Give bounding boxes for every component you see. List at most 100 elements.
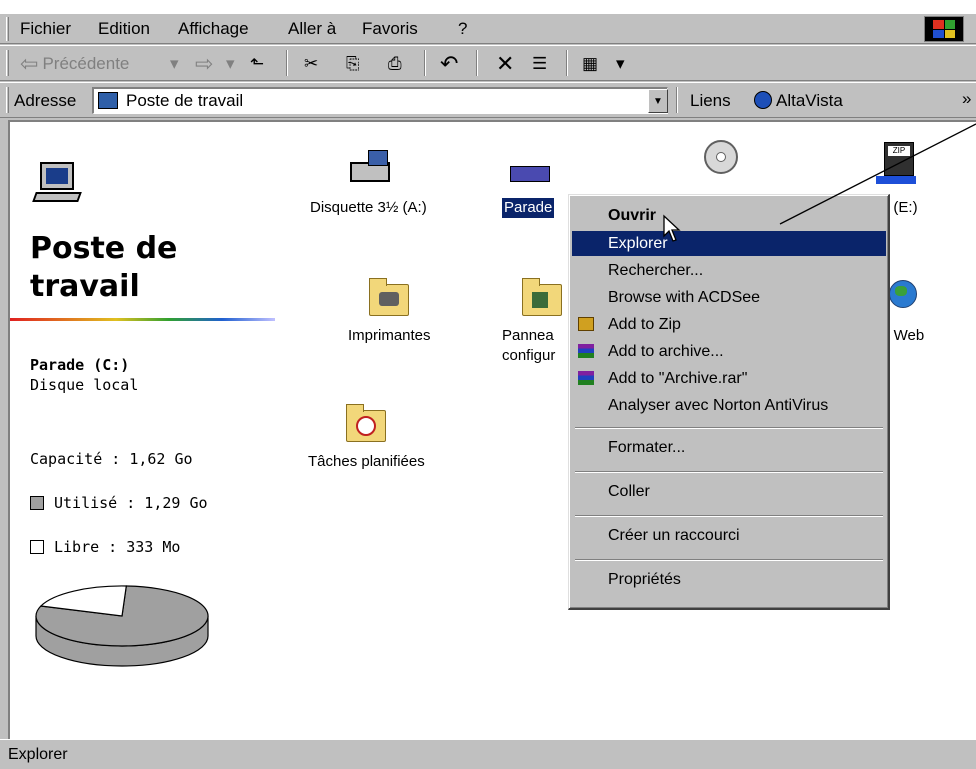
ctx-item-explorer[interactable]: Explorer <box>572 231 886 256</box>
menu-aller-a[interactable]: Aller à <box>288 19 336 39</box>
address-bar: Adresse Poste de travail ▼ Liens AltaVis… <box>0 82 976 118</box>
views-icon[interactable]: ▦ <box>582 52 598 76</box>
menu-fichier[interactable]: Fichier <box>20 19 71 39</box>
icon-floppy-label: Disquette 3½ (A:) <box>310 199 427 216</box>
scheduled-tasks-folder-icon <box>344 404 388 444</box>
hard-drive-icon <box>506 150 551 190</box>
menu-bar: Fichier Edition Affichage Aller à Favori… <box>0 14 976 44</box>
views-dropdown-icon[interactable]: ▾ <box>616 52 625 76</box>
toolbar-separator <box>476 50 478 76</box>
winzip-icon <box>578 317 594 331</box>
ctx-item-formater[interactable]: Formater... <box>572 435 886 460</box>
ctx-item-add-to-zip[interactable]: Add to Zip <box>572 312 886 337</box>
free-swatch <box>30 540 44 554</box>
paste-icon[interactable]: ⎙ <box>388 52 402 76</box>
copy-icon[interactable]: ⎘ <box>346 52 360 76</box>
floppy-drive-icon <box>346 150 391 190</box>
undo-icon[interactable]: ↶ <box>440 51 458 76</box>
ctx-item-norton[interactable]: Analyser avec Norton AntiVirus <box>572 393 886 418</box>
menu-edition[interactable]: Edition <box>98 19 150 39</box>
legend-free: Libre : 333 Mo <box>30 538 180 556</box>
ctx-item-add-to-zip-label: Add to Zip <box>608 316 681 333</box>
icon-cd-drive[interactable] <box>698 140 742 188</box>
ctx-item-coller[interactable]: Coller <box>572 479 886 504</box>
address-label: Adresse <box>14 91 77 110</box>
icon-control-panel-label-1: Pannea <box>502 327 554 344</box>
properties-icon[interactable]: ☰ <box>532 52 547 76</box>
ctx-item-proprietes[interactable]: Propriétés <box>572 567 886 592</box>
cd-rom-icon <box>698 140 742 180</box>
up-folder-icon[interactable]: ⬑ <box>250 52 264 76</box>
windows-logo-icon <box>924 16 964 42</box>
back-button[interactable]: ⇦ Précédente <box>20 51 130 76</box>
status-text: Explorer <box>8 746 68 763</box>
ctx-item-raccourci[interactable]: Créer un raccourci <box>572 523 886 548</box>
my-computer-icon <box>32 162 82 202</box>
ctx-item-acdsee[interactable]: Browse with ACDSee <box>572 285 886 310</box>
document-text-fragment <box>0 0 976 14</box>
back-arrow-icon: ⇦ <box>20 51 39 76</box>
icon-scheduled-tasks-label: Tâches planifiées <box>308 453 425 470</box>
chevron-down-icon: ▼ <box>653 95 663 107</box>
address-input[interactable]: Poste de travail <box>92 87 668 114</box>
ctx-item-add-to-archive[interactable]: Add to archive... <box>572 339 886 364</box>
ctx-separator <box>575 471 883 473</box>
back-label: Précédente <box>42 54 130 73</box>
links-label[interactable]: Liens <box>690 91 731 111</box>
ie-icon <box>754 91 772 109</box>
back-dropdown-icon[interactable]: ▾ <box>170 52 179 76</box>
info-pane: Poste de travail Parade (C:) Disque loca… <box>10 122 285 740</box>
icon-scheduled-tasks[interactable]: Tâches planifiées <box>306 404 427 472</box>
toolbar-grip[interactable] <box>6 50 9 76</box>
drive-type: Disque local <box>30 376 139 394</box>
control-panel-folder-icon <box>520 278 564 318</box>
forward-arrow-icon[interactable]: ⇨ <box>195 51 213 76</box>
context-menu: Ouvrir Explorer Rechercher... Browse wit… <box>568 194 890 610</box>
explorer-window: Fichier Edition Affichage Aller à Favori… <box>0 14 976 769</box>
delete-icon[interactable]: ✕ <box>496 51 514 76</box>
toolbar-separator <box>676 87 678 113</box>
forward-dropdown-icon[interactable]: ▾ <box>226 52 235 76</box>
toolbar-separator <box>566 50 568 76</box>
standard-toolbar: ⇦ Précédente ▾ ⇨ ▾ ⬑ ✂ ⎘ ⎙ ↶ ✕ ☰ ▦ ▾ <box>0 45 976 81</box>
addressbar-grip[interactable] <box>6 87 9 113</box>
icon-floppy-drive[interactable]: Disquette 3½ (A:) <box>308 150 429 218</box>
free-text: Libre : 333 Mo <box>54 538 181 556</box>
ctx-separator <box>575 559 883 561</box>
ctx-separator <box>575 427 883 429</box>
address-value: Poste de travail <box>126 91 244 110</box>
menubar-grip[interactable] <box>6 17 9 41</box>
icon-printers[interactable]: Imprimantes <box>346 278 433 346</box>
winrar-icon <box>578 371 594 385</box>
capacity-text: Capacité : 1,62 Go <box>30 450 193 468</box>
disk-usage-pie <box>35 585 209 667</box>
used-text: Utilisé : 1,29 Go <box>54 494 208 512</box>
icon-drive-c[interactable]: Parade <box>500 150 556 219</box>
ctx-item-add-to-archive-rar[interactable]: Add to "Archive.rar" <box>572 366 886 391</box>
icon-drive-c-label: Parade <box>500 197 556 219</box>
drive-name: Parade (C:) <box>30 356 130 374</box>
mouse-cursor-icon <box>663 214 681 242</box>
folder-view: Poste de travail Parade (C:) Disque loca… <box>8 120 976 740</box>
link-altavista[interactable]: AltaVista <box>754 91 843 111</box>
toolbar-separator <box>424 50 426 76</box>
cut-icon[interactable]: ✂ <box>304 52 318 76</box>
menu-favoris[interactable]: Favoris <box>362 19 418 39</box>
ctx-separator <box>575 515 883 517</box>
icon-control-panel[interactable]: Pannea configur <box>500 278 564 366</box>
legend-used: Utilisé : 1,29 Go <box>30 494 208 512</box>
menu-help[interactable]: ? <box>458 19 467 39</box>
title-divider <box>10 318 275 321</box>
address-dropdown-button[interactable]: ▼ <box>648 89 668 113</box>
toolbar-separator <box>286 50 288 76</box>
used-swatch <box>30 496 44 510</box>
status-bar: Explorer <box>0 739 976 769</box>
ctx-item-rechercher[interactable]: Rechercher... <box>572 258 886 283</box>
computer-icon <box>98 92 118 109</box>
links-more-button[interactable]: » <box>962 89 971 109</box>
printers-folder-icon <box>367 278 411 318</box>
ctx-item-add-to-archive-label: Add to archive... <box>608 343 724 360</box>
menu-affichage[interactable]: Affichage <box>178 19 249 39</box>
winrar-icon <box>578 344 594 358</box>
icon-control-panel-label-2: configur <box>502 347 556 364</box>
